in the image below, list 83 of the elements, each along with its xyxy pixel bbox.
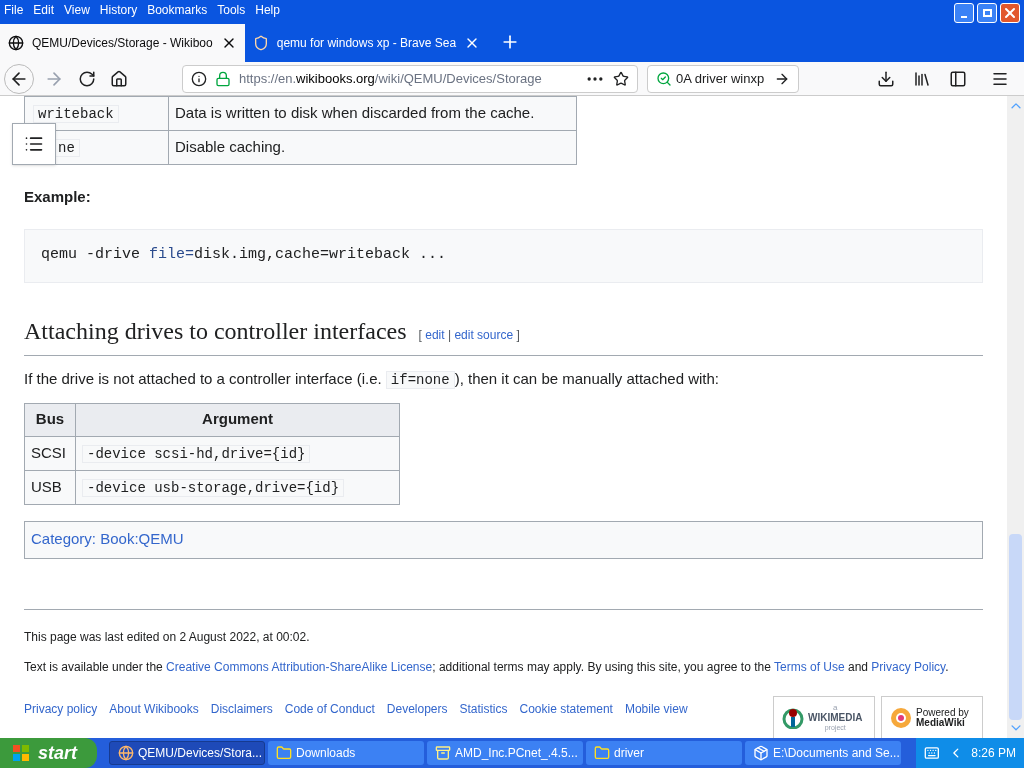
- menu-item[interactable]: Edit: [33, 1, 55, 19]
- browser-tab[interactable]: qemu for windows xp - Brave Sea: [244, 24, 489, 62]
- footer-link[interactable]: Statistics: [459, 699, 508, 718]
- archive-icon: [435, 745, 451, 761]
- close-icon: [1002, 5, 1018, 21]
- list-icon: [24, 134, 44, 154]
- bracket-text: ]: [516, 327, 520, 342]
- folder-icon: [276, 745, 292, 761]
- code-block: qemu -drive file=disk.img,cache=writeback ...: [24, 228, 983, 283]
- menu-item[interactable]: View: [64, 1, 90, 19]
- tab-favicon-icon: [8, 35, 24, 51]
- footer-link[interactable]: Mobile view: [624, 699, 688, 718]
- footer-link[interactable]: Terms of Use: [773, 659, 845, 674]
- footer-link[interactable]: Developers: [386, 699, 448, 718]
- restore-button[interactable]: [977, 3, 997, 23]
- sidebar-icon[interactable]: [949, 69, 967, 88]
- scrollbar[interactable]: [1007, 96, 1024, 738]
- intro-paragraph: If the drive is not attached to a controller interface (i.e. if=none ), then it can be manually attached with:: [24, 368, 720, 391]
- info-icon[interactable]: [191, 70, 207, 87]
- column-header: Argument: [75, 403, 400, 436]
- edit-link[interactable]: edit source: [454, 327, 514, 342]
- reload-icon[interactable]: [78, 69, 96, 88]
- mode-code: writeback: [33, 104, 119, 123]
- taskbar-button[interactable]: AMD_Inc.PCnet_.4.5...: [427, 741, 583, 765]
- close-button[interactable]: [1000, 3, 1020, 23]
- globe-icon: [118, 745, 134, 761]
- download-icon[interactable]: [877, 69, 895, 88]
- category-link[interactable]: Category: Book:QEMU: [31, 528, 184, 551]
- menu-item[interactable]: Help: [255, 1, 280, 19]
- bracket-text: [: [418, 327, 422, 342]
- badge-text: WIKIMEDIA: [808, 712, 863, 723]
- clock-text: 8:26 PM: [971, 745, 1016, 762]
- column-header: Bus: [24, 403, 76, 436]
- argument-code: -device usb-storage,drive={id}: [82, 478, 345, 497]
- tab-favicon-icon: [252, 35, 269, 51]
- windows-logo-icon: [12, 744, 30, 762]
- table-cell: Data is written to disk when discarded from the cache.: [175, 104, 535, 122]
- menu-item[interactable]: File: [4, 1, 24, 19]
- wikimedia-logo-icon: [782, 706, 804, 729]
- address-bar[interactable]: https://en.wikibooks.org/wiki/QEMU/Devices/Storage: [182, 64, 638, 93]
- scrollbar-thumb[interactable]: [1009, 533, 1022, 721]
- badge-text: a: [832, 702, 839, 713]
- last-edited-text: This page was last edited on 2 August 2022, at 00:02.: [24, 628, 311, 646]
- browser-tab[interactable]: QEMU/Devices/Storage - Wikiboo: [0, 24, 245, 62]
- license-text: Text is available under the Creative Commons Attribution-ShareAlike License; additional terms may apply. By using this site, you agree to the Terms of Use and Privacy Policy.: [24, 658, 950, 676]
- taskbar-button[interactable]: QEMU/Devices/Stora...: [109, 741, 265, 765]
- contents-button[interactable]: [12, 123, 56, 165]
- footer-link[interactable]: About Wikibooks: [109, 699, 199, 718]
- lock-icon: [215, 70, 231, 87]
- search-field[interactable]: 0A driver winxp: [647, 64, 799, 93]
- url-text: https://en.wikibooks.org/wiki/QEMU/Devices/Storage: [239, 69, 542, 88]
- folder-icon: [594, 745, 610, 761]
- package-icon: [753, 745, 769, 761]
- start-button[interactable]: start: [0, 738, 97, 768]
- argument-code: -device scsi-hd,drive={id}: [82, 444, 311, 463]
- example-label: Example:: [24, 187, 92, 207]
- edit-link[interactable]: edit: [425, 327, 445, 342]
- taskbar-button[interactable]: driver: [586, 741, 742, 765]
- badge-text: MediaWiki: [916, 717, 966, 728]
- menu-item[interactable]: Tools: [217, 1, 246, 19]
- sunflower-logo-icon: [890, 706, 912, 729]
- bookmark-star-icon[interactable]: [613, 70, 629, 87]
- taskbar-button[interactable]: Downloads: [268, 741, 424, 765]
- footer-link[interactable]: Code of Conduct: [284, 699, 375, 718]
- separator-text: |: [447, 327, 452, 342]
- badge-text: Powered by: [916, 707, 969, 718]
- menu-item[interactable]: History: [99, 1, 138, 19]
- table-cell: Disable caching.: [175, 138, 286, 156]
- section-heading: Attaching drives to controller interfaces: [24, 316, 407, 346]
- menu-item[interactable]: Bookmarks: [147, 1, 208, 19]
- footer-badge[interactable]: Powered by MediaWiki: [881, 695, 983, 738]
- footer-link[interactable]: Disclaimers: [210, 699, 273, 718]
- footer-link[interactable]: Privacy policy: [24, 699, 98, 718]
- keyboard-icon[interactable]: [924, 745, 940, 761]
- library-icon[interactable]: [913, 69, 931, 88]
- taskbar-button[interactable]: E:\Documents and Se...: [745, 741, 901, 765]
- table-cell: USB: [24, 470, 76, 504]
- table-cell: SCSI: [24, 436, 76, 470]
- minimize-button[interactable]: [954, 3, 974, 23]
- search-icon: [656, 70, 672, 87]
- home-icon[interactable]: [110, 69, 128, 88]
- inline-code: if=none: [385, 370, 455, 389]
- footer-link[interactable]: Cookie statement: [519, 699, 613, 718]
